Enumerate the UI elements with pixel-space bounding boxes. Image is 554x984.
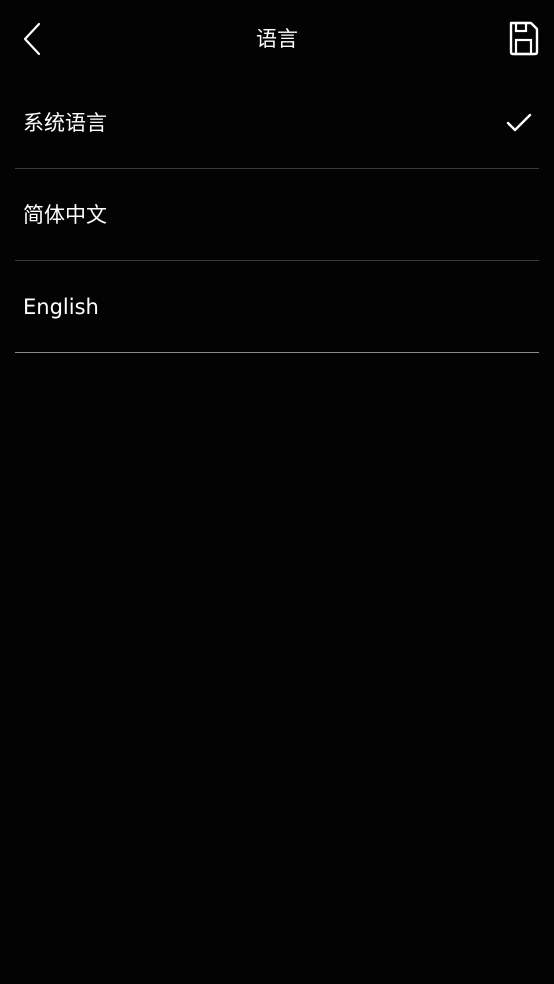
language-list: 系统语言 简体中文 English <box>15 77 539 353</box>
divider <box>15 352 539 353</box>
floppy-save-icon <box>509 21 539 56</box>
language-option-system[interactable]: 系统语言 <box>15 77 539 169</box>
language-option-label: 简体中文 <box>23 203 107 227</box>
language-option-simplified-chinese[interactable]: 简体中文 <box>15 169 539 261</box>
back-button[interactable] <box>14 18 54 60</box>
language-option-label: English <box>23 295 99 319</box>
header-bar: 语言 <box>0 0 554 78</box>
save-button[interactable] <box>500 14 546 62</box>
language-option-english[interactable]: English <box>15 261 539 353</box>
checkmark-icon <box>505 110 533 136</box>
language-option-label: 系统语言 <box>23 111 107 135</box>
language-settings-screen: 语言 系统语言 简体中文 English <box>0 0 554 984</box>
chevron-left-icon <box>23 22 41 56</box>
page-title: 语言 <box>256 27 298 51</box>
